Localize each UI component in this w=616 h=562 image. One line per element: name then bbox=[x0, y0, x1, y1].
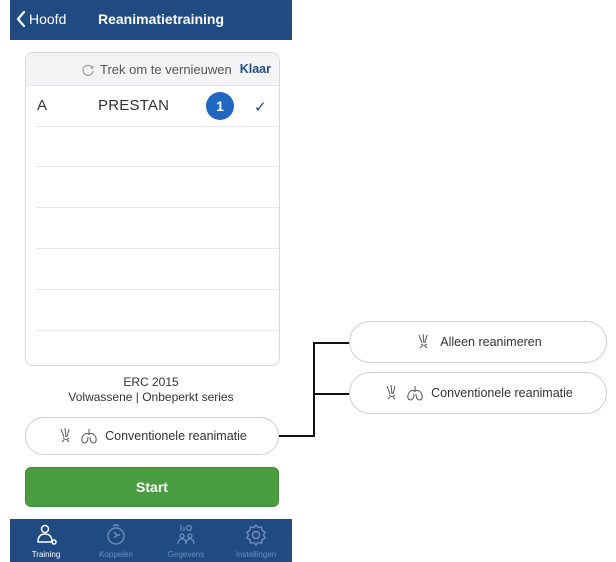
data-icon bbox=[177, 524, 195, 545]
protocol-name: ERC 2015 bbox=[123, 375, 179, 389]
tab-label: Training bbox=[31, 550, 61, 559]
connector-line bbox=[313, 342, 315, 437]
refresh-label: Trek om te vernieuwen bbox=[100, 62, 232, 77]
tab-gegevens[interactable]: Gegevens bbox=[156, 519, 216, 562]
navigation-bar: Hoofd Reanimatietraining bbox=[10, 0, 292, 40]
row-divider bbox=[36, 207, 279, 208]
back-label: Hoofd bbox=[29, 11, 67, 27]
protocol-details: Volwassene | Onbeperkt series bbox=[68, 390, 234, 404]
hands-lungs-icon bbox=[386, 384, 423, 401]
mode-selector-button[interactable]: Conventionele reanimatie bbox=[25, 417, 279, 455]
gear-icon bbox=[246, 523, 266, 547]
refresh-icon bbox=[82, 64, 94, 76]
row-divider bbox=[36, 289, 279, 290]
row-divider bbox=[36, 166, 279, 167]
mode-selector-label: Conventionele reanimatie bbox=[105, 429, 247, 443]
connect-icon bbox=[107, 524, 125, 545]
row-letter: A bbox=[37, 97, 48, 114]
start-button[interactable]: Start bbox=[25, 467, 279, 507]
device-number-badge: 1 bbox=[206, 92, 234, 120]
tab-instellingen[interactable]: Instellingen bbox=[226, 519, 286, 562]
refresh-bar[interactable]: Trek om te vernieuwen Klaar bbox=[26, 53, 279, 86]
tab-label: Koppelen bbox=[99, 550, 133, 559]
tab-koppelen[interactable]: Koppelen bbox=[86, 519, 146, 562]
phone-screen: Hoofd Reanimatietraining Trek om te vern… bbox=[10, 0, 292, 562]
tab-label: Instellingen bbox=[235, 550, 277, 559]
connector-line bbox=[279, 435, 314, 437]
done-button[interactable]: Klaar bbox=[240, 62, 271, 76]
option-label: Conventionele reanimatie bbox=[431, 386, 573, 400]
hands-lungs-icon bbox=[60, 427, 97, 444]
tab-bar: Training Koppelen Gegevens Instellingen bbox=[10, 519, 292, 562]
option-cpr-only[interactable]: Alleen reanimeren bbox=[349, 321, 607, 363]
device-name: PRESTAN bbox=[98, 97, 170, 114]
training-icon bbox=[37, 524, 57, 545]
row-divider bbox=[36, 126, 279, 127]
option-conventional-cpr[interactable]: Conventionele reanimatie bbox=[349, 372, 607, 414]
connector-line bbox=[313, 342, 350, 344]
row-divider bbox=[36, 248, 279, 249]
back-button[interactable]: Hoofd bbox=[16, 11, 66, 27]
tab-label: Gegevens bbox=[167, 550, 205, 559]
connector-line bbox=[313, 393, 350, 395]
row-divider bbox=[36, 330, 279, 331]
tab-training[interactable]: Training bbox=[16, 519, 76, 562]
option-label: Alleen reanimeren bbox=[440, 335, 542, 349]
chevron-left-icon bbox=[16, 11, 26, 27]
pull-to-refresh: Trek om te vernieuwen bbox=[81, 62, 232, 77]
checkmark-icon: ✓ bbox=[254, 99, 267, 116]
page-title: Reanimatietraining bbox=[98, 11, 225, 27]
device-list: Trek om te vernieuwen Klaar A PRESTAN 1 … bbox=[25, 52, 280, 366]
list-item[interactable]: A PRESTAN 1 ✓ bbox=[26, 86, 279, 126]
hands-cpr-icon bbox=[418, 333, 428, 349]
